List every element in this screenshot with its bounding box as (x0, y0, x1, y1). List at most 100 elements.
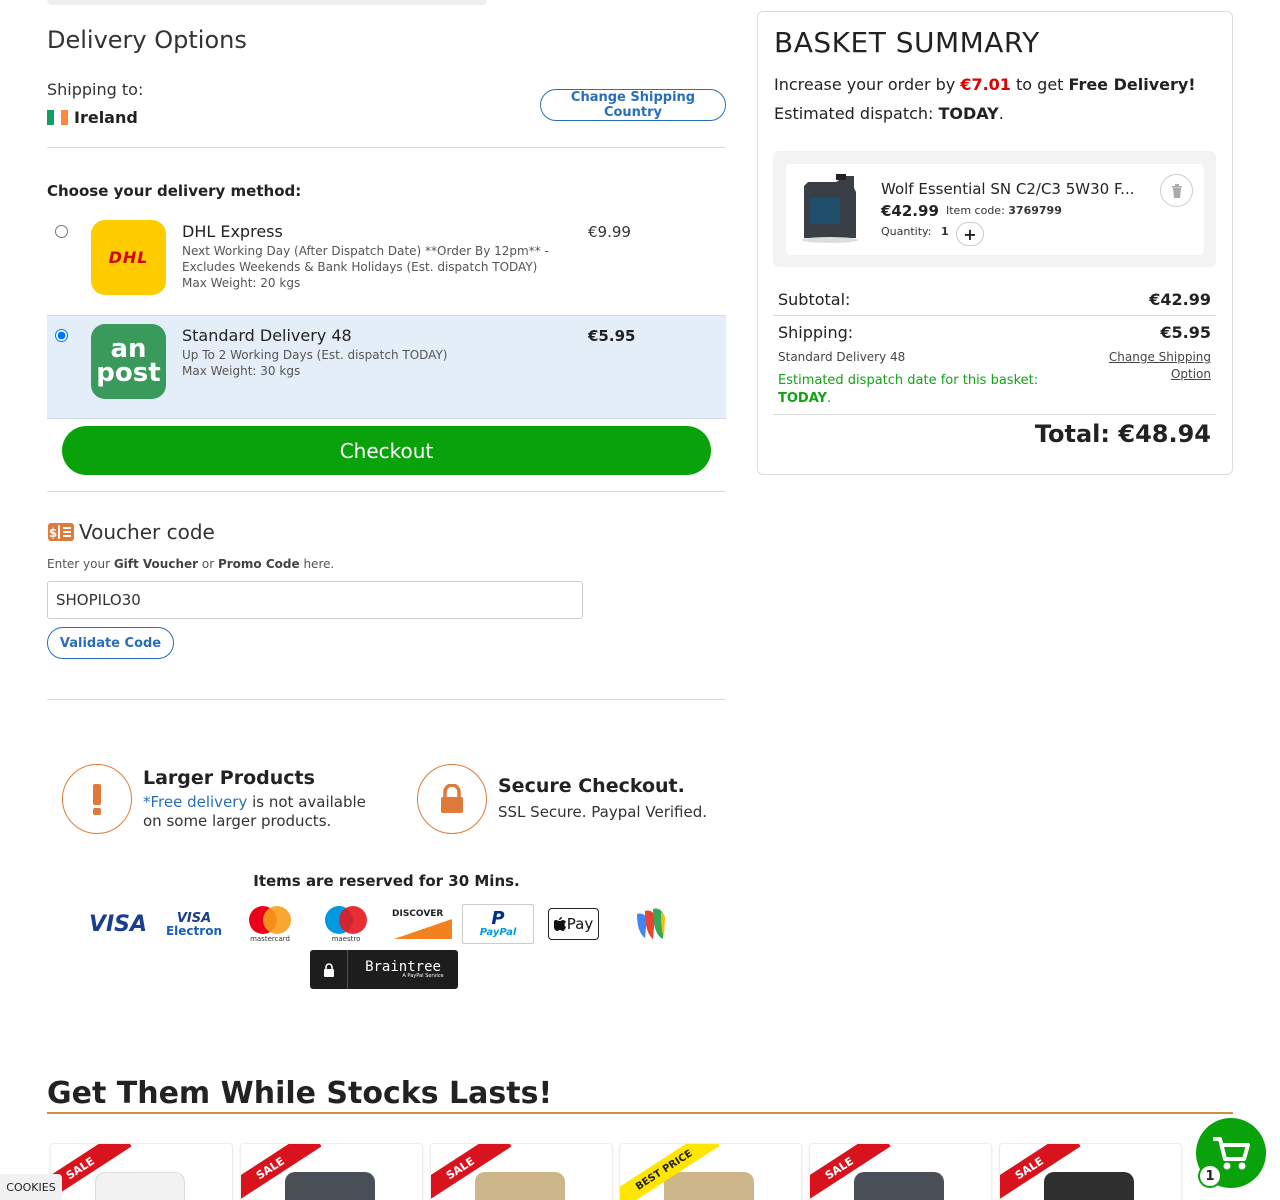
voucher-sub-promo: Promo Code (217, 557, 300, 571)
option-description: Next Working Day (After Dispatch Date) *… (182, 243, 562, 291)
option-price: €9.99 (588, 223, 631, 241)
option-desc-line-1: Next Working Day (After Dispatch Date) *… (182, 244, 549, 258)
voucher-sub-gift: Gift Voucher (113, 557, 199, 571)
order-total: Total: €48.94 (1000, 420, 1211, 448)
delivery-option-dhl[interactable]: DHL DHL Express Next Working Day (After … (47, 212, 726, 316)
apple-pay-text: Pay (566, 915, 594, 933)
estimated-dispatch: Estimated dispatch: TODAY. (774, 104, 1004, 123)
item-code: Item code: 3769799 (946, 204, 1062, 217)
total-value: €48.94 (1118, 420, 1211, 448)
dispatch-note-text: Estimated dispatch date for this basket: (778, 373, 1039, 388)
product-image (854, 1172, 944, 1200)
change-shipping-country-button[interactable]: Change Shipping Country (540, 89, 726, 121)
shipping-row: Shipping: €5.95 (778, 323, 1211, 342)
product-image (475, 1172, 565, 1200)
qty-label: Quantity: (881, 225, 932, 238)
item-name[interactable]: Wolf Essential SN C2/C3 5W30 F... (881, 180, 1134, 198)
validate-code-button[interactable]: Validate Code (47, 627, 174, 659)
stocks-underline (47, 1112, 1233, 1114)
product-card[interactable]: BEST PRICE (619, 1143, 802, 1200)
discover-logo: DISCOVER (392, 904, 454, 944)
change-option-line-2: Option (1170, 367, 1211, 381)
voucher-sub-or: or (198, 557, 218, 571)
mastercard-text: mastercard (250, 935, 290, 943)
shipping-country: Ireland (47, 108, 138, 127)
subtotal-row: Subtotal: €42.99 (778, 290, 1211, 309)
mastercard-logo: mastercard (244, 904, 296, 944)
braintree-text: Braintree (365, 959, 441, 975)
lock-icon (310, 950, 348, 989)
option-price: €5.95 (588, 327, 636, 345)
visa-text: VISA (88, 911, 148, 937)
choose-delivery-label: Choose your delivery method: (47, 182, 302, 200)
change-option-line-1: Change Shipping (1108, 350, 1211, 364)
top-divider (47, 0, 487, 5)
item-code-label: Item code: (946, 204, 1009, 217)
dispatch-value: TODAY (938, 104, 999, 123)
larger-products-title: Larger Products (143, 767, 315, 789)
svg-text:$: $ (49, 526, 57, 540)
voucher-header: $ Voucher code (47, 520, 215, 544)
exclamation-icon (62, 764, 132, 834)
remove-item-button[interactable] (1160, 174, 1193, 207)
increase-prefix: Increase your order by (774, 75, 961, 94)
product-card[interactable]: SALE (999, 1143, 1182, 1200)
dhl-radio[interactable] (55, 225, 68, 238)
google-wallet-icon (630, 904, 670, 944)
shipping-to-label: Shipping to: (47, 80, 144, 99)
product-card[interactable]: SALE (809, 1143, 992, 1200)
voucher-sub-prefix: Enter your (47, 557, 114, 571)
increase-free-delivery: Free Delivery! (1068, 75, 1196, 94)
increase-amount: €7.01 (960, 75, 1011, 94)
maestro-logo: maestro (320, 904, 372, 944)
increase-middle: to get (1010, 75, 1069, 94)
product-card[interactable]: SALE (50, 1143, 233, 1200)
option-description: Up To 2 Working Days (Est. dispatch TODA… (182, 347, 562, 379)
product-card[interactable]: SALE (240, 1143, 423, 1200)
apple-pay-logo: Pay (548, 908, 599, 940)
qty-value: 1 (940, 225, 949, 238)
dispatch-prefix: Estimated dispatch: (774, 104, 939, 123)
an-post-logo-text-2: post (96, 357, 161, 388)
product-image (664, 1172, 754, 1200)
delivery-option-standard[interactable]: an post Standard Delivery 48 Up To 2 Wor… (47, 315, 726, 419)
change-shipping-option-link[interactable]: Change Shipping Option (1090, 349, 1211, 383)
paypal-text: PayPal (479, 927, 517, 938)
cookies-button[interactable]: COOKIES (0, 1174, 62, 1200)
option-desc-line-2: Excludes Weekends & Bank Holidays (Est. … (182, 260, 538, 274)
basket-summary-title: BASKET SUMMARY (774, 26, 1040, 59)
delivery-options-title: Delivery Options (47, 26, 247, 54)
product-image (285, 1172, 375, 1200)
subtotal-label: Subtotal: (778, 290, 851, 309)
standard-radio[interactable] (55, 329, 68, 342)
larger-text-2: on some larger products. (143, 812, 332, 830)
option-desc-line-1: Up To 2 Working Days (Est. dispatch TODA… (182, 348, 448, 362)
subtotal-value: €42.99 (1149, 290, 1211, 309)
product-image (95, 1172, 185, 1200)
voucher-code-input[interactable]: SHOPILO30 (47, 581, 583, 619)
option-max-weight: Max Weight: 30 kgs (182, 364, 301, 378)
paypal-logo: P PayPal (462, 904, 534, 944)
quantity-increase-button[interactable]: + (956, 222, 984, 246)
divider (773, 414, 1216, 415)
visa-electron-text-1: VISA (176, 910, 212, 926)
free-delivery-link[interactable]: *Free delivery (143, 793, 247, 811)
product-card[interactable]: SALE (430, 1143, 613, 1200)
checkout-button[interactable]: Checkout (62, 426, 711, 475)
secure-checkout-text: SSL Secure. Paypal Verified. (498, 803, 707, 821)
basket-dispatch-note: Estimated dispatch date for this basket:… (778, 373, 1039, 406)
item-price: €42.99 (881, 202, 939, 220)
item-code-value: 3769799 (1008, 204, 1062, 217)
an-post-logo: an post (91, 324, 166, 399)
ireland-flag-icon (47, 110, 68, 125)
dispatch-suffix: . (998, 104, 1004, 123)
country-name: Ireland (74, 108, 138, 127)
divider (47, 491, 726, 492)
dhl-logo: DHL (91, 220, 166, 295)
free-delivery-threshold: Increase your order by €7.01 to get Free… (774, 75, 1196, 94)
voucher-title: Voucher code (79, 520, 215, 544)
voucher-sub-suffix: here. (299, 557, 335, 571)
cart-count-badge: 1 (1198, 1164, 1222, 1188)
larger-products-text: *Free delivery is not available on some … (143, 793, 366, 831)
divider (47, 147, 726, 148)
